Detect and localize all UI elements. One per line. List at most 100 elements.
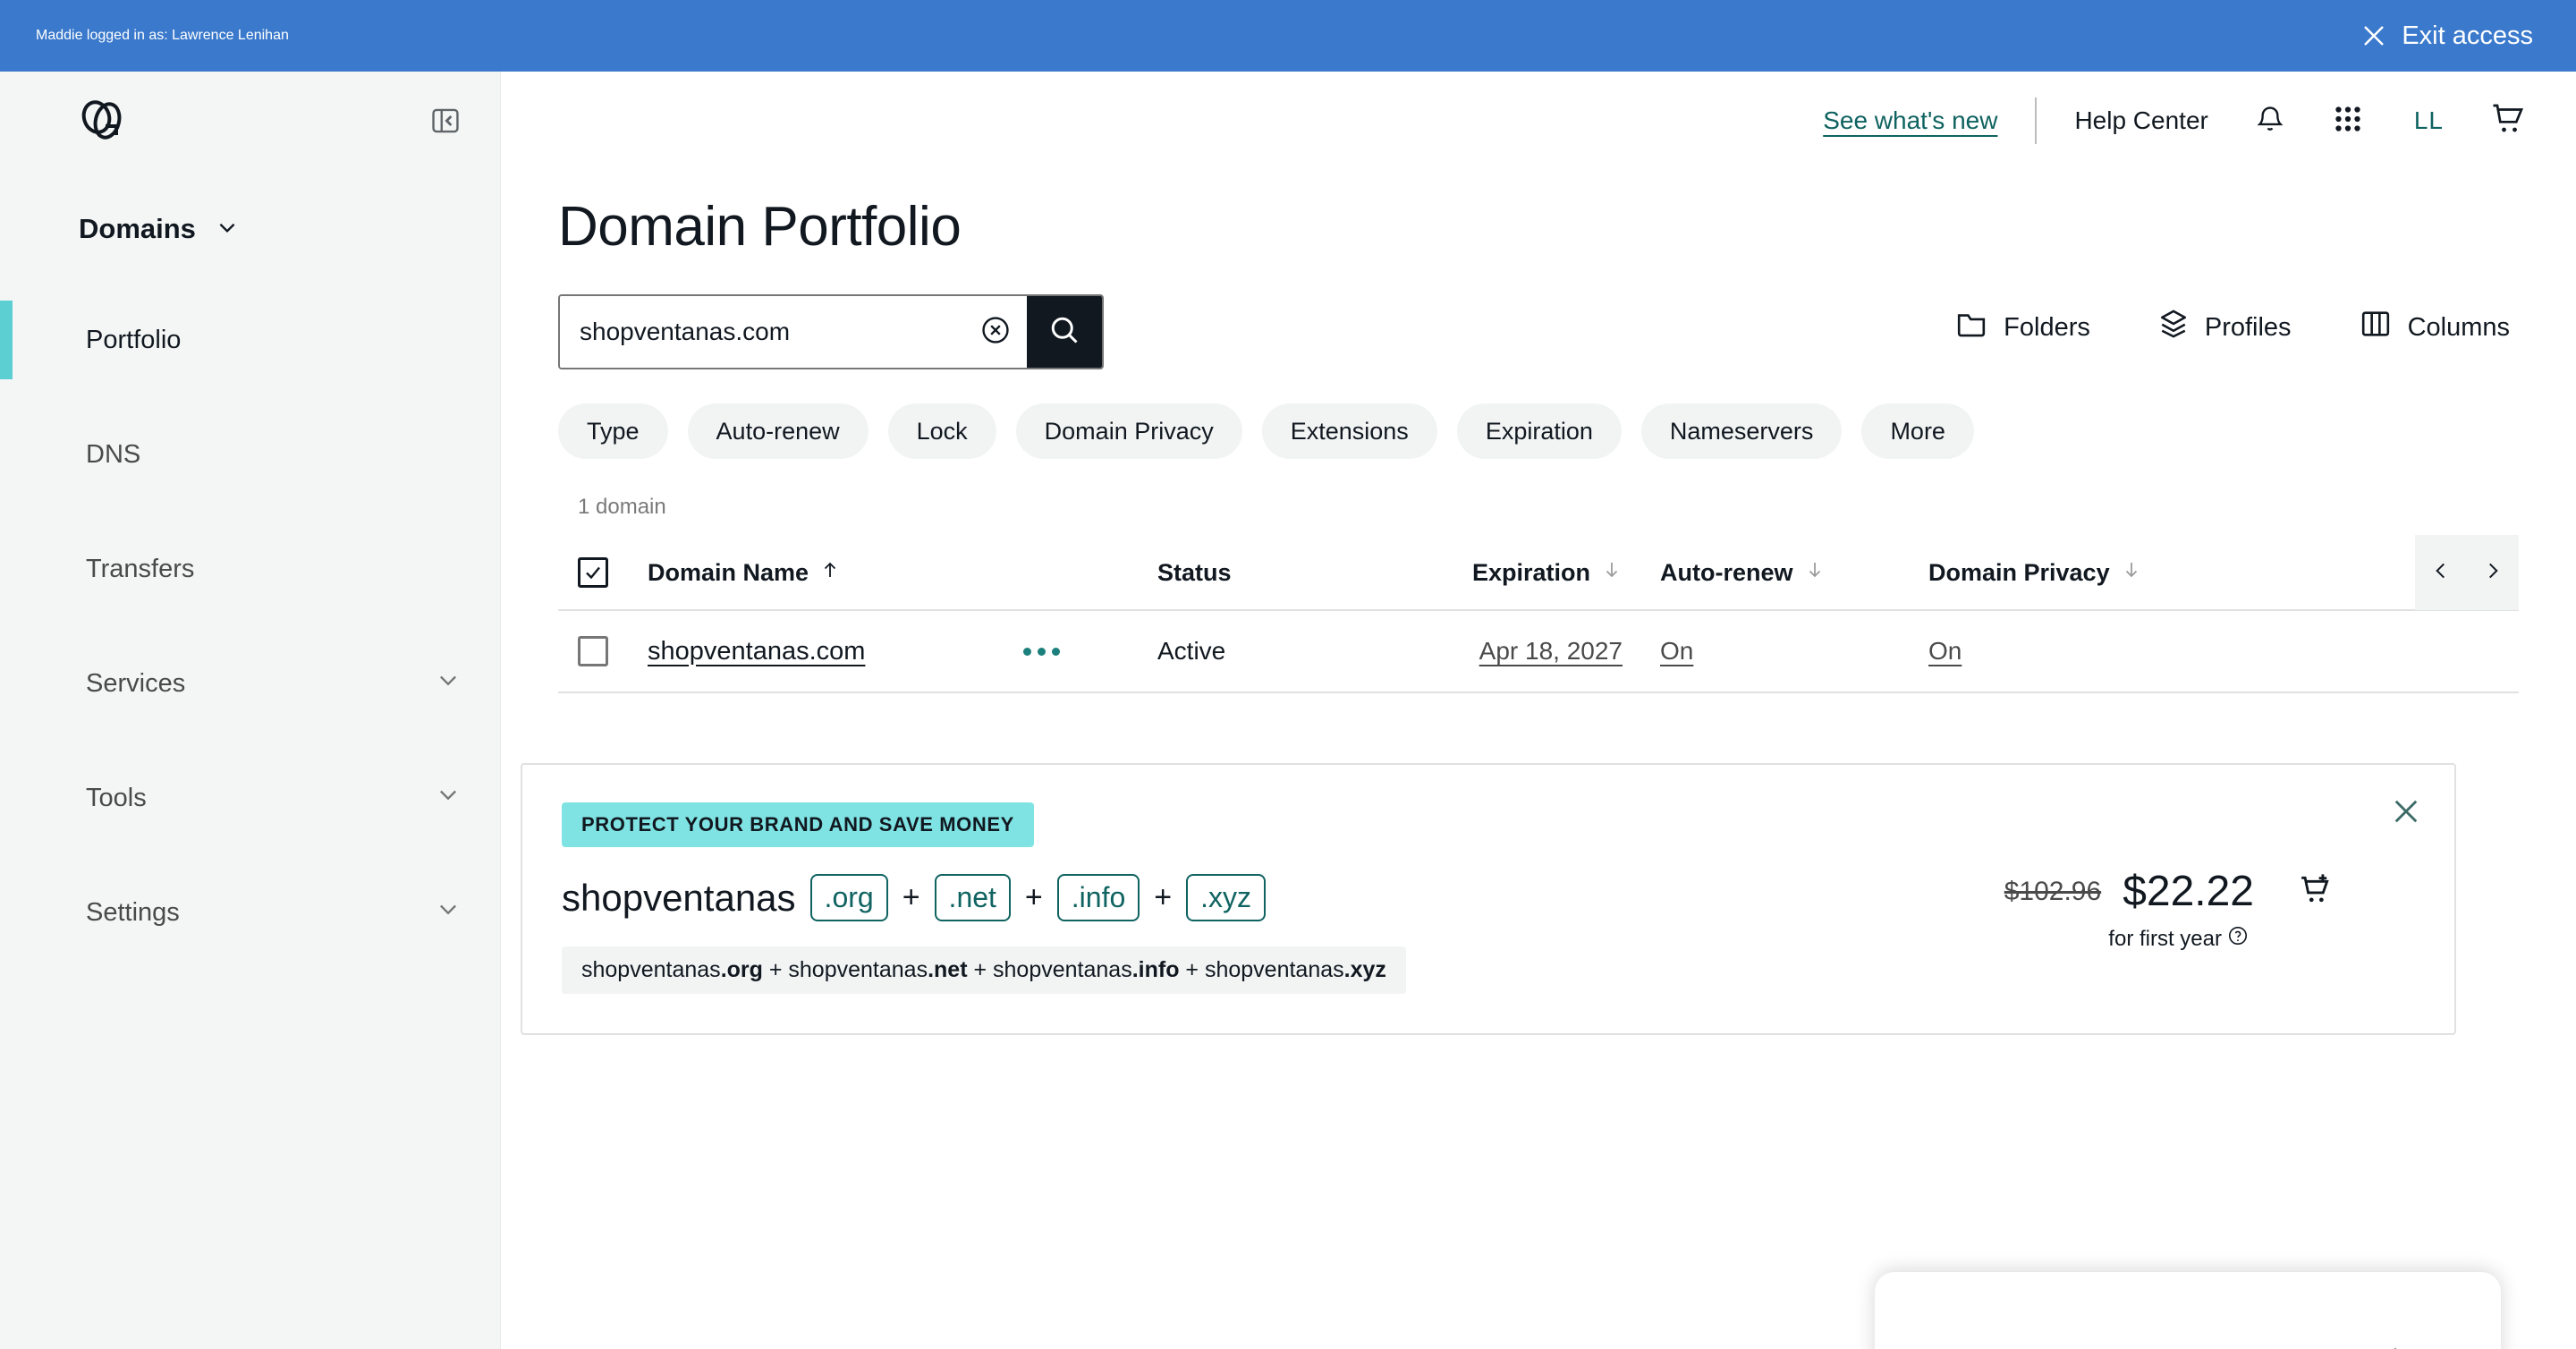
filter-chip-lock[interactable]: Lock — [887, 403, 996, 459]
see-whats-new-link[interactable]: See what's new — [1823, 106, 1997, 135]
row-menu-cell — [1023, 647, 1157, 656]
search-input[interactable] — [560, 296, 964, 368]
impersonation-message: Maddie logged in as: Lawrence Lenihan — [36, 28, 289, 43]
columns-button[interactable]: Columns — [2360, 310, 2510, 345]
auto-renew-link[interactable]: On — [1660, 637, 1693, 665]
search-and-tools-row: Folders Profiles — [558, 294, 2519, 369]
promo-badge: PROTECT YOUR BRAND AND SAVE MONEY — [562, 802, 1034, 847]
sidebar-item-tools[interactable]: Tools — [0, 741, 500, 855]
panel-collapse-icon — [430, 106, 461, 136]
table-row: shopventanas.com Active Apr 18, 2027 On — [558, 611, 2519, 693]
profiles-button[interactable]: Profiles — [2158, 309, 2292, 346]
promo-domains-line: shopventanas.org + shopventanas.net + sh… — [562, 946, 1406, 994]
help-center-link[interactable]: Help Center — [2074, 106, 2207, 135]
bell-icon — [2255, 103, 2285, 140]
select-all-cell — [578, 557, 648, 588]
add-to-cart-button[interactable] — [2297, 872, 2334, 911]
chevron-down-icon — [436, 782, 461, 814]
columns-icon — [2360, 310, 2392, 345]
col-expiration[interactable]: Expiration — [1345, 559, 1623, 587]
exit-access-label: Exit access — [2402, 21, 2533, 50]
col-auto-renew[interactable]: Auto-renew — [1623, 559, 1891, 587]
domain-count: 1 domain — [578, 495, 666, 519]
pager-next-button[interactable] — [2467, 559, 2519, 587]
col-expiration-label: Expiration — [1471, 558, 1590, 586]
domain-privacy-link[interactable]: On — [1928, 637, 1962, 665]
expiration-link[interactable]: Apr 18, 2027 — [1479, 637, 1623, 665]
col-domain-name[interactable]: Domain Name — [648, 559, 1023, 587]
pager-prev-button[interactable] — [2415, 559, 2467, 587]
promo-tld-info[interactable]: .info — [1056, 874, 1140, 921]
promo-pricing: $102.96 $22.22 for first year — [2004, 802, 2415, 994]
sidebar-item-dns[interactable]: DNS — [0, 397, 500, 512]
sort-asc-icon — [819, 559, 841, 587]
profiles-label: Profiles — [2204, 312, 2292, 342]
apps-menu-button[interactable] — [2332, 103, 2364, 140]
sidebar-item-label: Settings — [86, 897, 180, 927]
sale-price: $22.22 — [2123, 868, 2254, 915]
promo-left: PROTECT YOUR BRAND AND SAVE MONEY shopve… — [562, 802, 2004, 994]
sidebar: Domains Portfolio DNS Transfers Services — [0, 72, 501, 1349]
cart-icon — [2490, 103, 2526, 140]
filter-chip-extensions[interactable]: Extensions — [1261, 403, 1437, 459]
col-domain-privacy-label: Domain Privacy — [1928, 558, 2110, 586]
portfolio-content: Domain Portfolio shopventanas.com Folder… — [501, 170, 2576, 1035]
domains-table: Domain Name Status Expiration Auto-renew… — [558, 535, 2519, 693]
row-checkbox[interactable] — [578, 636, 608, 666]
sidebar-section-domains[interactable]: Domains — [0, 170, 500, 245]
dismiss-promo-button[interactable] — [2390, 795, 2422, 832]
layers-icon — [2158, 309, 2189, 346]
add-to-cart-icon — [2297, 872, 2334, 911]
filter-chip-domain-privacy[interactable]: Domain Privacy — [1015, 403, 1242, 459]
table-header-row: Domain Name Status Expiration Auto-renew… — [558, 535, 2519, 611]
promo-tld-net[interactable]: .net — [934, 874, 1011, 921]
col-domain-name-label: Domain Name — [648, 558, 809, 586]
sidebar-item-portfolio[interactable]: Portfolio — [0, 283, 500, 397]
promo-tld-org[interactable]: .org — [809, 874, 888, 921]
plus-sign: + — [902, 880, 920, 914]
sidebar-item-label: Services — [86, 668, 186, 698]
sidebar-item-transfers[interactable]: Transfers — [0, 512, 500, 626]
sort-desc-icon — [1804, 559, 1826, 587]
sidebar-item-services[interactable]: Services — [0, 626, 500, 741]
promo-base-name: shopventanas — [562, 876, 796, 919]
filter-chip-expiration[interactable]: Expiration — [1456, 403, 1622, 459]
filter-chip-auto-renew[interactable]: Auto-renew — [687, 403, 869, 459]
chevron-right-icon — [2481, 559, 2504, 587]
exit-access-button[interactable]: Exit access — [2360, 21, 2533, 51]
question-circle-icon[interactable] — [2227, 925, 2249, 953]
close-icon — [2360, 22, 2387, 49]
col-domain-privacy[interactable]: Domain Privacy — [1891, 559, 2275, 587]
sidebar-item-label: Transfers — [86, 554, 195, 583]
sidebar-item-label: Tools — [86, 783, 147, 812]
filter-chip-type[interactable]: Type — [558, 403, 668, 459]
clear-search-button[interactable] — [964, 296, 1027, 368]
divider — [2035, 98, 2038, 144]
chevron-down-icon[interactable] — [2440, 1341, 2465, 1349]
notifications-button[interactable] — [2255, 103, 2285, 140]
sidebar-item-label: DNS — [86, 439, 141, 469]
search-submit-button[interactable] — [1027, 296, 1102, 368]
account-avatar[interactable]: LL — [2414, 106, 2444, 135]
chat-widget[interactable] — [1875, 1272, 2501, 1349]
godaddy-logo[interactable] — [79, 99, 125, 142]
filter-chips: Type Auto-renew Lock Domain Privacy Exte… — [558, 403, 2519, 459]
row-domain-cell: shopventanas.com — [648, 637, 1023, 666]
price-subtitle-label: for first year — [2108, 926, 2222, 951]
select-all-checkbox[interactable] — [578, 557, 608, 588]
folders-button[interactable]: Folders — [1955, 310, 2090, 345]
impersonation-banner: Maddie logged in as: Lawrence Lenihan Ex… — [0, 0, 2576, 72]
cart-button[interactable] — [2490, 103, 2526, 140]
domain-search — [558, 294, 1104, 369]
sidebar-item-settings[interactable]: Settings — [0, 855, 500, 970]
row-domain-privacy-cell: On — [1891, 637, 2275, 666]
filter-chip-nameservers[interactable]: Nameservers — [1640, 403, 1843, 459]
page-title: Domain Portfolio — [558, 196, 962, 258]
filter-chip-more[interactable]: More — [1861, 403, 1974, 459]
chevron-down-icon — [436, 896, 461, 929]
chevron-up-icon[interactable] — [2383, 1341, 2408, 1349]
promo-tld-xyz[interactable]: .xyz — [1186, 874, 1267, 921]
collapse-sidebar-button[interactable] — [430, 106, 461, 136]
overflow-dots-icon[interactable] — [1023, 647, 1060, 656]
domain-name-link[interactable]: shopventanas.com — [648, 637, 865, 666]
